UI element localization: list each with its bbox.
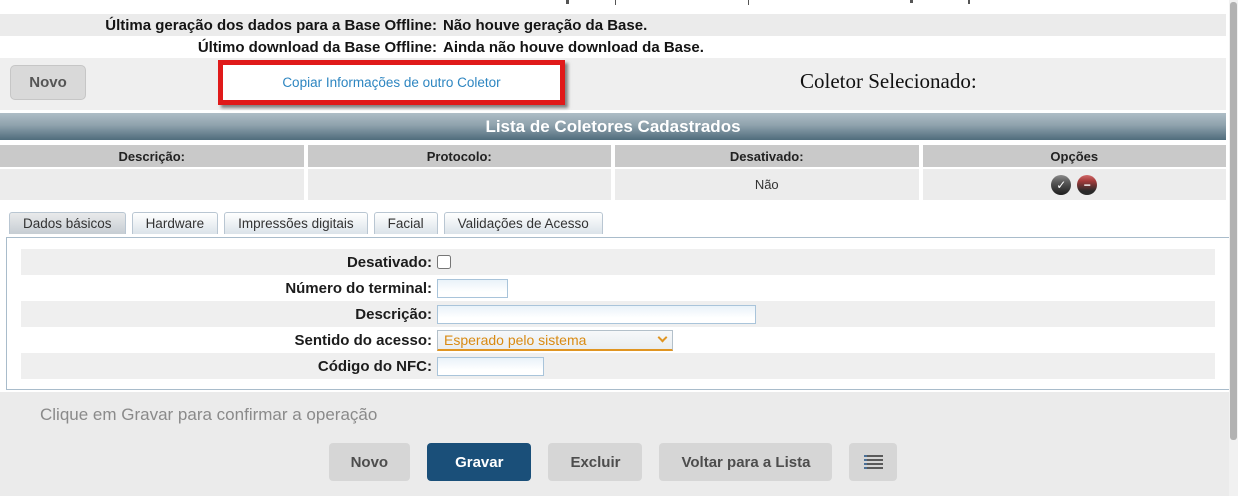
desativado-label: Desativado:	[7, 254, 432, 271]
column-header-desativado: Desativado:	[615, 145, 919, 167]
novo-button[interactable]: Novo	[329, 443, 411, 481]
form-row-descricao: Descrição:	[7, 301, 1229, 327]
form-row-numero-terminal: Número do terminal:	[7, 275, 1229, 301]
cell-opcoes: ✓ −	[923, 169, 1227, 200]
status-line-download: Último download da Base Offline: Ainda n…	[0, 36, 1226, 58]
download-value: Ainda não houve download da Base.	[443, 39, 704, 56]
scrollbar-thumb[interactable]	[1230, 2, 1237, 440]
form-row-desativado: Desativado:	[7, 249, 1229, 275]
form-tabs: Dados básicos Hardware Impressões digita…	[9, 212, 603, 234]
codigo-nfc-input[interactable]	[437, 357, 544, 376]
collectors-table-header: Descrição: Protocolo: Desativado: Opções	[0, 145, 1226, 167]
save-hint-text: Clique em Gravar para confirmar a operaç…	[0, 392, 1238, 425]
copy-collector-info-link[interactable]: Copiar Informações de outro Coletor	[282, 75, 500, 90]
column-header-opcoes: Opções	[923, 145, 1227, 167]
cell-desativado: Não	[615, 169, 919, 200]
descricao-input[interactable]	[437, 305, 756, 324]
check-icon[interactable]: ✓	[1051, 175, 1071, 195]
clipped-text-fragments	[0, 0, 1238, 6]
tab-impressoes-digitais[interactable]: Impressões digitais	[224, 212, 368, 234]
numero-terminal-label: Número do terminal:	[7, 280, 432, 297]
text-fragment	[748, 0, 749, 5]
footer-buttons: Novo Gravar Excluir Voltar para a Lista	[0, 443, 1238, 481]
text-fragment	[566, 0, 569, 4]
novo-button-top[interactable]: Novo	[10, 65, 86, 100]
excluir-button[interactable]: Excluir	[548, 443, 642, 481]
text-fragment	[615, 0, 616, 5]
collectors-list-title: Lista de Coletores Cadastrados	[0, 113, 1226, 140]
column-header-descricao: Descrição:	[0, 145, 304, 167]
footer-action-bar: Clique em Gravar para confirmar a operaç…	[0, 392, 1238, 496]
form-row-sentido-acesso: Sentido do acesso: Esperado pelo sistema	[7, 327, 1229, 353]
codigo-nfc-label: Código do NFC:	[7, 358, 432, 375]
form-row-codigo-nfc: Código do NFC:	[7, 353, 1229, 379]
cell-protocolo	[308, 169, 612, 200]
generation-value: Não houve geração da Base.	[443, 17, 647, 34]
tab-facial[interactable]: Facial	[374, 212, 438, 234]
column-header-protocolo: Protocolo:	[308, 145, 612, 167]
generation-label: Última geração dos dados para a Base Off…	[0, 17, 437, 34]
text-fragment	[968, 0, 970, 4]
sentido-acesso-label: Sentido do acesso:	[7, 332, 432, 349]
vertical-scrollbar[interactable]	[1229, 0, 1238, 496]
toolbar: Novo Copiar Informações de outro Coletor…	[0, 58, 1226, 110]
descricao-label: Descrição:	[7, 306, 432, 323]
download-label: Último download da Base Offline:	[0, 39, 437, 56]
coletor-registration-page: Última geração dos dados para a Base Off…	[0, 0, 1238, 496]
cell-descricao	[0, 169, 304, 200]
sentido-acesso-select[interactable]: Esperado pelo sistema	[437, 330, 673, 351]
text-fragment	[910, 0, 913, 3]
table-row: Não ✓ −	[0, 169, 1226, 200]
sentido-acesso-selected-value: Esperado pelo sistema	[444, 332, 659, 348]
voltar-lista-button[interactable]: Voltar para a Lista	[659, 443, 832, 481]
remove-icon[interactable]: −	[1077, 175, 1097, 195]
dados-basicos-panel: Desativado: Número do terminal: Descriçã…	[6, 237, 1230, 390]
chevron-down-icon	[658, 333, 668, 343]
desativado-checkbox[interactable]	[437, 255, 451, 269]
list-view-button[interactable]	[849, 443, 897, 481]
tab-hardware[interactable]: Hardware	[132, 212, 219, 234]
list-icon	[864, 455, 883, 469]
row-options: ✓ −	[1051, 175, 1097, 195]
red-highlight-annotation: Copiar Informações de outro Coletor	[218, 60, 565, 105]
gravar-button[interactable]: Gravar	[427, 443, 531, 481]
tab-validacoes-acesso[interactable]: Validações de Acesso	[444, 212, 603, 234]
status-line-generation: Última geração dos dados para a Base Off…	[0, 14, 1226, 36]
selected-collector-label: Coletor Selecionado:	[800, 69, 977, 94]
numero-terminal-input[interactable]	[437, 279, 508, 298]
tab-dados-basicos[interactable]: Dados básicos	[9, 212, 126, 234]
